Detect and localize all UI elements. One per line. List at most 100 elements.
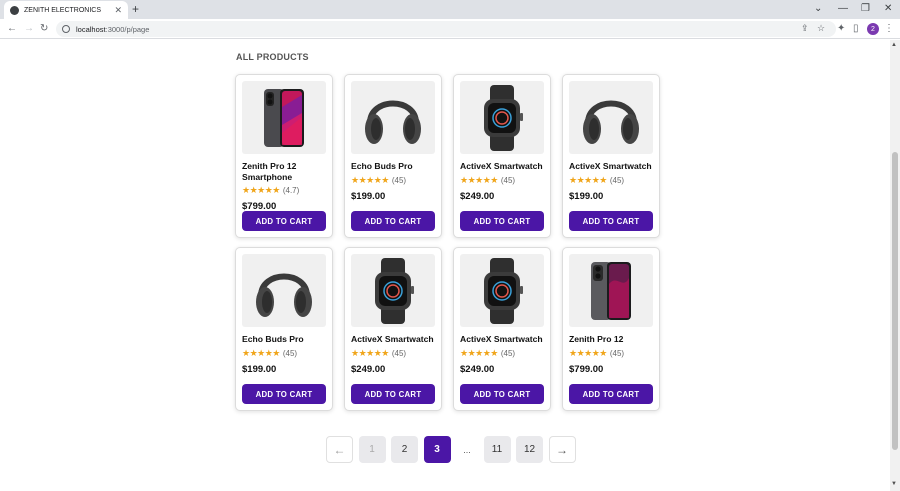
product-card[interactable]: Zenith Pro 12 Smartphone ★★★★★ (4.7) $79…	[235, 74, 333, 238]
browser-toolbar: ← → ↻ localhost :3000/p/page ⇪ ☆ ✦ ▯ ⋮	[0, 19, 900, 39]
product-price: $249.00	[460, 363, 495, 375]
smartwatch-icon	[484, 84, 523, 151]
product-rating: ★★★★★ (45)	[351, 175, 435, 186]
review-count: (45)	[500, 348, 516, 358]
restore-button[interactable]: ❐	[861, 2, 870, 16]
tab-close-icon[interactable]: ✕	[114, 5, 122, 16]
product-image[interactable]	[569, 254, 653, 327]
tab-search-icon[interactable]: ⌄	[814, 2, 822, 16]
product-image[interactable]	[351, 81, 435, 154]
add-to-cart-button[interactable]: ADD TO CART	[569, 211, 653, 231]
page-button-2[interactable]: 2	[391, 436, 418, 463]
profile-avatar[interactable]: 2	[867, 23, 879, 35]
review-count: (4.7)	[282, 186, 300, 195]
product-name[interactable]: Zenith Pro 12 Smartphone	[242, 161, 326, 182]
product-image[interactable]	[242, 81, 326, 154]
page-button-11[interactable]: 11	[483, 436, 511, 463]
globe-icon	[10, 5, 19, 15]
reload-icon[interactable]: ↻	[40, 22, 48, 36]
pagination-ellipsis: ...	[463, 444, 471, 455]
add-to-cart-button[interactable]: ADD TO CART	[351, 211, 435, 231]
headphones-icon	[256, 273, 312, 317]
add-to-cart-button[interactable]: ADD TO CART	[351, 384, 435, 404]
product-price: $199.00	[242, 363, 277, 375]
product-image[interactable]	[569, 81, 653, 154]
pagination: ← 1 2 3 ... 11 12 →	[326, 436, 581, 463]
product-name[interactable]: Zenith Pro 12	[569, 334, 653, 345]
add-to-cart-button[interactable]: ADD TO CART	[460, 384, 544, 404]
address-bar[interactable]: localhost :3000/p/page	[56, 21, 836, 37]
add-to-cart-button[interactable]: ADD TO CART	[460, 211, 544, 231]
product-name[interactable]: ActiveX Smartwatch	[460, 334, 544, 345]
smartphone-icon	[264, 88, 304, 147]
page-scrollbar[interactable]: ▲ ▼	[890, 40, 900, 491]
headphones-icon	[365, 100, 421, 144]
product-rating: ★★★★★ (45)	[569, 175, 653, 186]
product-rating: ★★★★★ (45)	[242, 348, 326, 359]
side-panel-icon[interactable]: ▯	[853, 22, 859, 36]
scrollbar-thumb[interactable]	[892, 152, 898, 450]
url-host: localhost	[76, 24, 106, 34]
product-rating: ★★★★★ (4.7)	[242, 185, 326, 196]
rating-stars-icon: ★★★★★	[242, 347, 280, 358]
add-to-cart-button[interactable]: ADD TO CART	[242, 211, 326, 231]
smartwatch-icon	[375, 257, 414, 324]
product-price: $799.00	[569, 363, 604, 375]
menu-dots-icon[interactable]: ⋮	[884, 22, 894, 36]
page-button-1[interactable]: 1	[358, 436, 386, 463]
page-button-12[interactable]: 12	[516, 436, 543, 463]
product-image[interactable]	[460, 81, 544, 154]
scroll-down-icon[interactable]: ▼	[891, 481, 897, 487]
product-name[interactable]: Echo Buds Pro	[242, 334, 326, 345]
window-close-button[interactable]: ✕	[884, 2, 892, 16]
new-tab-button[interactable]: +	[132, 2, 139, 16]
product-card[interactable]: ActiveX Smartwatch ★★★★★ (45) $249.00 AD…	[453, 247, 551, 411]
rating-stars-icon: ★★★★★	[351, 174, 389, 185]
scroll-up-icon[interactable]: ▲	[891, 42, 897, 48]
product-image[interactable]	[460, 254, 544, 327]
product-card[interactable]: Echo Buds Pro ★★★★★ (45) $199.00 ADD TO …	[344, 74, 442, 238]
product-price: $199.00	[351, 190, 386, 202]
url-path: :3000/p/page	[105, 24, 150, 34]
review-count: (45)	[391, 348, 407, 358]
product-rating: ★★★★★ (45)	[569, 348, 653, 359]
product-image[interactable]	[351, 254, 435, 327]
browser-tab[interactable]: ZENITH ELECTRONICS ✕	[4, 1, 128, 19]
forward-icon[interactable]: →	[24, 22, 34, 36]
rating-stars-icon: ★★★★★	[460, 347, 498, 358]
product-name[interactable]: Echo Buds Pro	[351, 161, 435, 172]
add-to-cart-button[interactable]: ADD TO CART	[242, 384, 326, 404]
product-name[interactable]: ActiveX Smartwatch	[351, 334, 435, 345]
bookmark-star-icon[interactable]: ☆	[817, 23, 825, 34]
browser-tabstrip: ZENITH ELECTRONICS ✕ + ⌄ — ❐ ✕	[0, 0, 900, 19]
page-button-3-current[interactable]: 3	[423, 436, 451, 463]
product-card[interactable]: Echo Buds Pro ★★★★★ (45) $199.00 ADD TO …	[235, 247, 333, 411]
product-name[interactable]: ActiveX Smartwatch	[569, 161, 653, 172]
next-page-button[interactable]: →	[548, 436, 576, 463]
product-card[interactable]: ActiveX Smartwatch ★★★★★ (45) $249.00 AD…	[453, 74, 551, 238]
product-name[interactable]: ActiveX Smartwatch	[460, 161, 544, 172]
product-rating: ★★★★★ (45)	[351, 348, 435, 359]
rating-stars-icon: ★★★★★	[569, 174, 607, 185]
site-info-icon[interactable]	[62, 25, 70, 33]
review-count: (45)	[500, 175, 516, 185]
product-image[interactable]	[242, 254, 326, 327]
add-to-cart-button[interactable]: ADD TO CART	[569, 384, 653, 404]
share-icon[interactable]: ⇪	[801, 23, 809, 34]
smartwatch-icon	[484, 257, 523, 324]
minimize-button[interactable]: —	[838, 2, 848, 16]
product-price: $249.00	[460, 190, 495, 202]
extensions-icon[interactable]: ✦	[837, 22, 845, 36]
review-count: (45)	[609, 175, 625, 185]
prev-page-button[interactable]: ←	[326, 436, 353, 463]
product-price: $199.00	[569, 190, 604, 202]
back-icon[interactable]: ←	[7, 22, 17, 36]
product-grid: Zenith Pro 12 Smartphone ★★★★★ (4.7) $79…	[235, 74, 660, 411]
product-card[interactable]: Zenith Pro 12 ★★★★★ (45) $799.00 ADD TO …	[562, 247, 660, 411]
review-count: (45)	[282, 348, 298, 358]
rating-stars-icon: ★★★★★	[569, 347, 607, 358]
rating-stars-icon: ★★★★★	[460, 174, 498, 185]
product-card[interactable]: ActiveX Smartwatch ★★★★★ (45) $249.00 AD…	[344, 247, 442, 411]
product-card[interactable]: ActiveX Smartwatch ★★★★★ (45) $199.00 AD…	[562, 74, 660, 238]
rating-stars-icon: ★★★★★	[242, 185, 280, 195]
